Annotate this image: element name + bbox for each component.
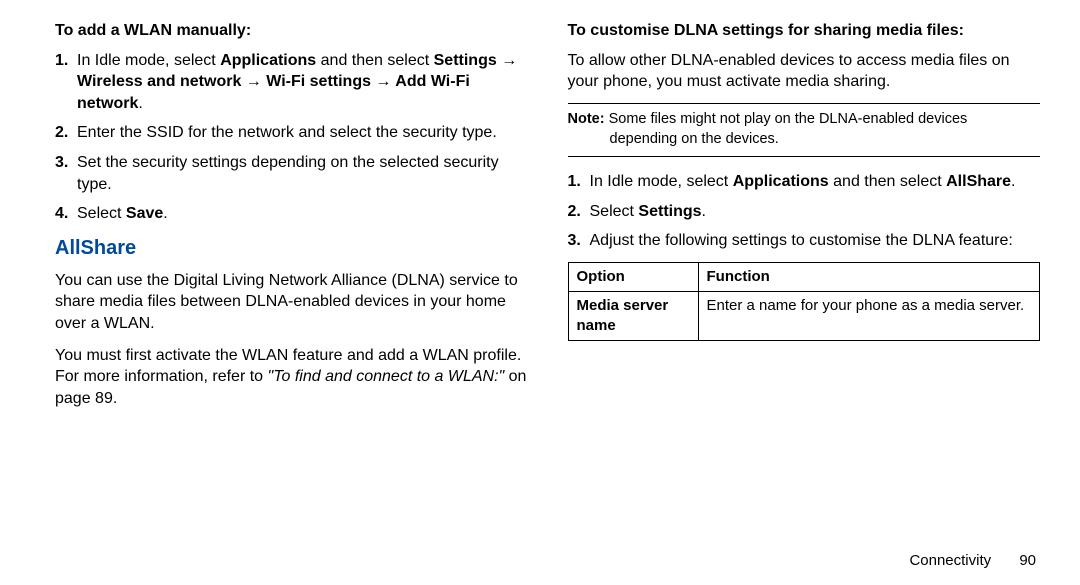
bold: Save <box>126 205 163 222</box>
txt: In Idle mode, select <box>77 52 220 69</box>
left-steps: In Idle mode, select Applications and th… <box>55 50 528 225</box>
note-label: Note: <box>568 111 605 127</box>
right-step-2: Select Settings. <box>568 201 1041 223</box>
options-table: Option Function Media server name Enter … <box>568 262 1041 342</box>
right-step-1: In Idle mode, select Applications and th… <box>568 171 1041 193</box>
right-p1: To allow other DLNA-enabled devices to a… <box>568 50 1041 93</box>
bold: AllShare <box>946 173 1011 190</box>
td-function: Enter a name for your phone as a media s… <box>698 291 1040 341</box>
bold: Applications <box>733 173 829 190</box>
td-option: Media server name <box>568 291 698 341</box>
note-text-b: depending on the devices. <box>568 130 1041 150</box>
txt: . <box>702 203 706 220</box>
bold: Applications <box>220 52 316 69</box>
section-allshare: AllShare <box>55 235 528 262</box>
txt: and then select <box>829 173 946 190</box>
th-option: Option <box>568 262 698 291</box>
note-box: Note: Some files might not play on the D… <box>568 103 1041 157</box>
right-column: To customise DLNA settings for sharing m… <box>568 20 1041 567</box>
note-text-a: Some files might not play on the DLNA-en… <box>605 111 968 127</box>
footer-section: Connectivity <box>909 552 991 569</box>
heading-dlna: To customise DLNA settings for sharing m… <box>568 20 1041 42</box>
left-step-3: Set the security settings depending on t… <box>55 152 528 195</box>
txt: and then select <box>316 52 433 69</box>
bold: Settings <box>638 203 701 220</box>
th-function: Function <box>698 262 1040 291</box>
right-steps: In Idle mode, select Applications and th… <box>568 171 1041 252</box>
left-step-4: Select Save. <box>55 203 528 225</box>
txt: Select <box>77 205 126 222</box>
txt: . <box>138 95 142 112</box>
italic-ref: "To find and connect to a WLAN:" <box>268 368 505 385</box>
left-p1: You can use the Digital Living Network A… <box>55 270 528 335</box>
txt: In Idle mode, select <box>590 173 733 190</box>
page: To add a WLAN manually: In Idle mode, se… <box>0 0 1080 585</box>
left-p2: You must first activate the WLAN feature… <box>55 345 528 410</box>
left-column: To add a WLAN manually: In Idle mode, se… <box>55 20 528 567</box>
txt: Adjust the following settings to customi… <box>590 232 1013 249</box>
txt: Set the security settings depending on t… <box>77 154 499 193</box>
txt: . <box>1011 173 1015 190</box>
heading-add-wlan: To add a WLAN manually: <box>55 20 528 42</box>
txt: Select <box>590 203 639 220</box>
txt: . <box>163 205 167 222</box>
page-footer: Connectivity 90 <box>909 551 1036 571</box>
right-step-3: Adjust the following settings to customi… <box>568 230 1041 252</box>
table-row: Media server name Enter a name for your … <box>568 291 1040 341</box>
txt: Enter the SSID for the network and selec… <box>77 124 497 141</box>
footer-page-number: 90 <box>1019 552 1036 569</box>
left-step-1: In Idle mode, select Applications and th… <box>55 50 528 115</box>
left-step-2: Enter the SSID for the network and selec… <box>55 122 528 144</box>
table-header-row: Option Function <box>568 262 1040 291</box>
